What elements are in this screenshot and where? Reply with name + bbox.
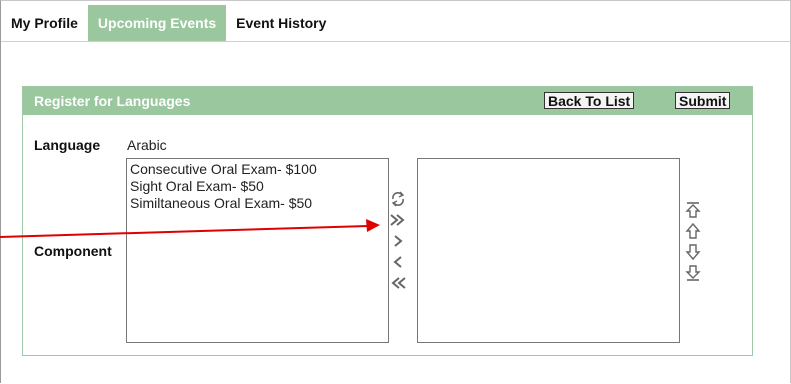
annotation-arrow	[0, 219, 380, 238]
